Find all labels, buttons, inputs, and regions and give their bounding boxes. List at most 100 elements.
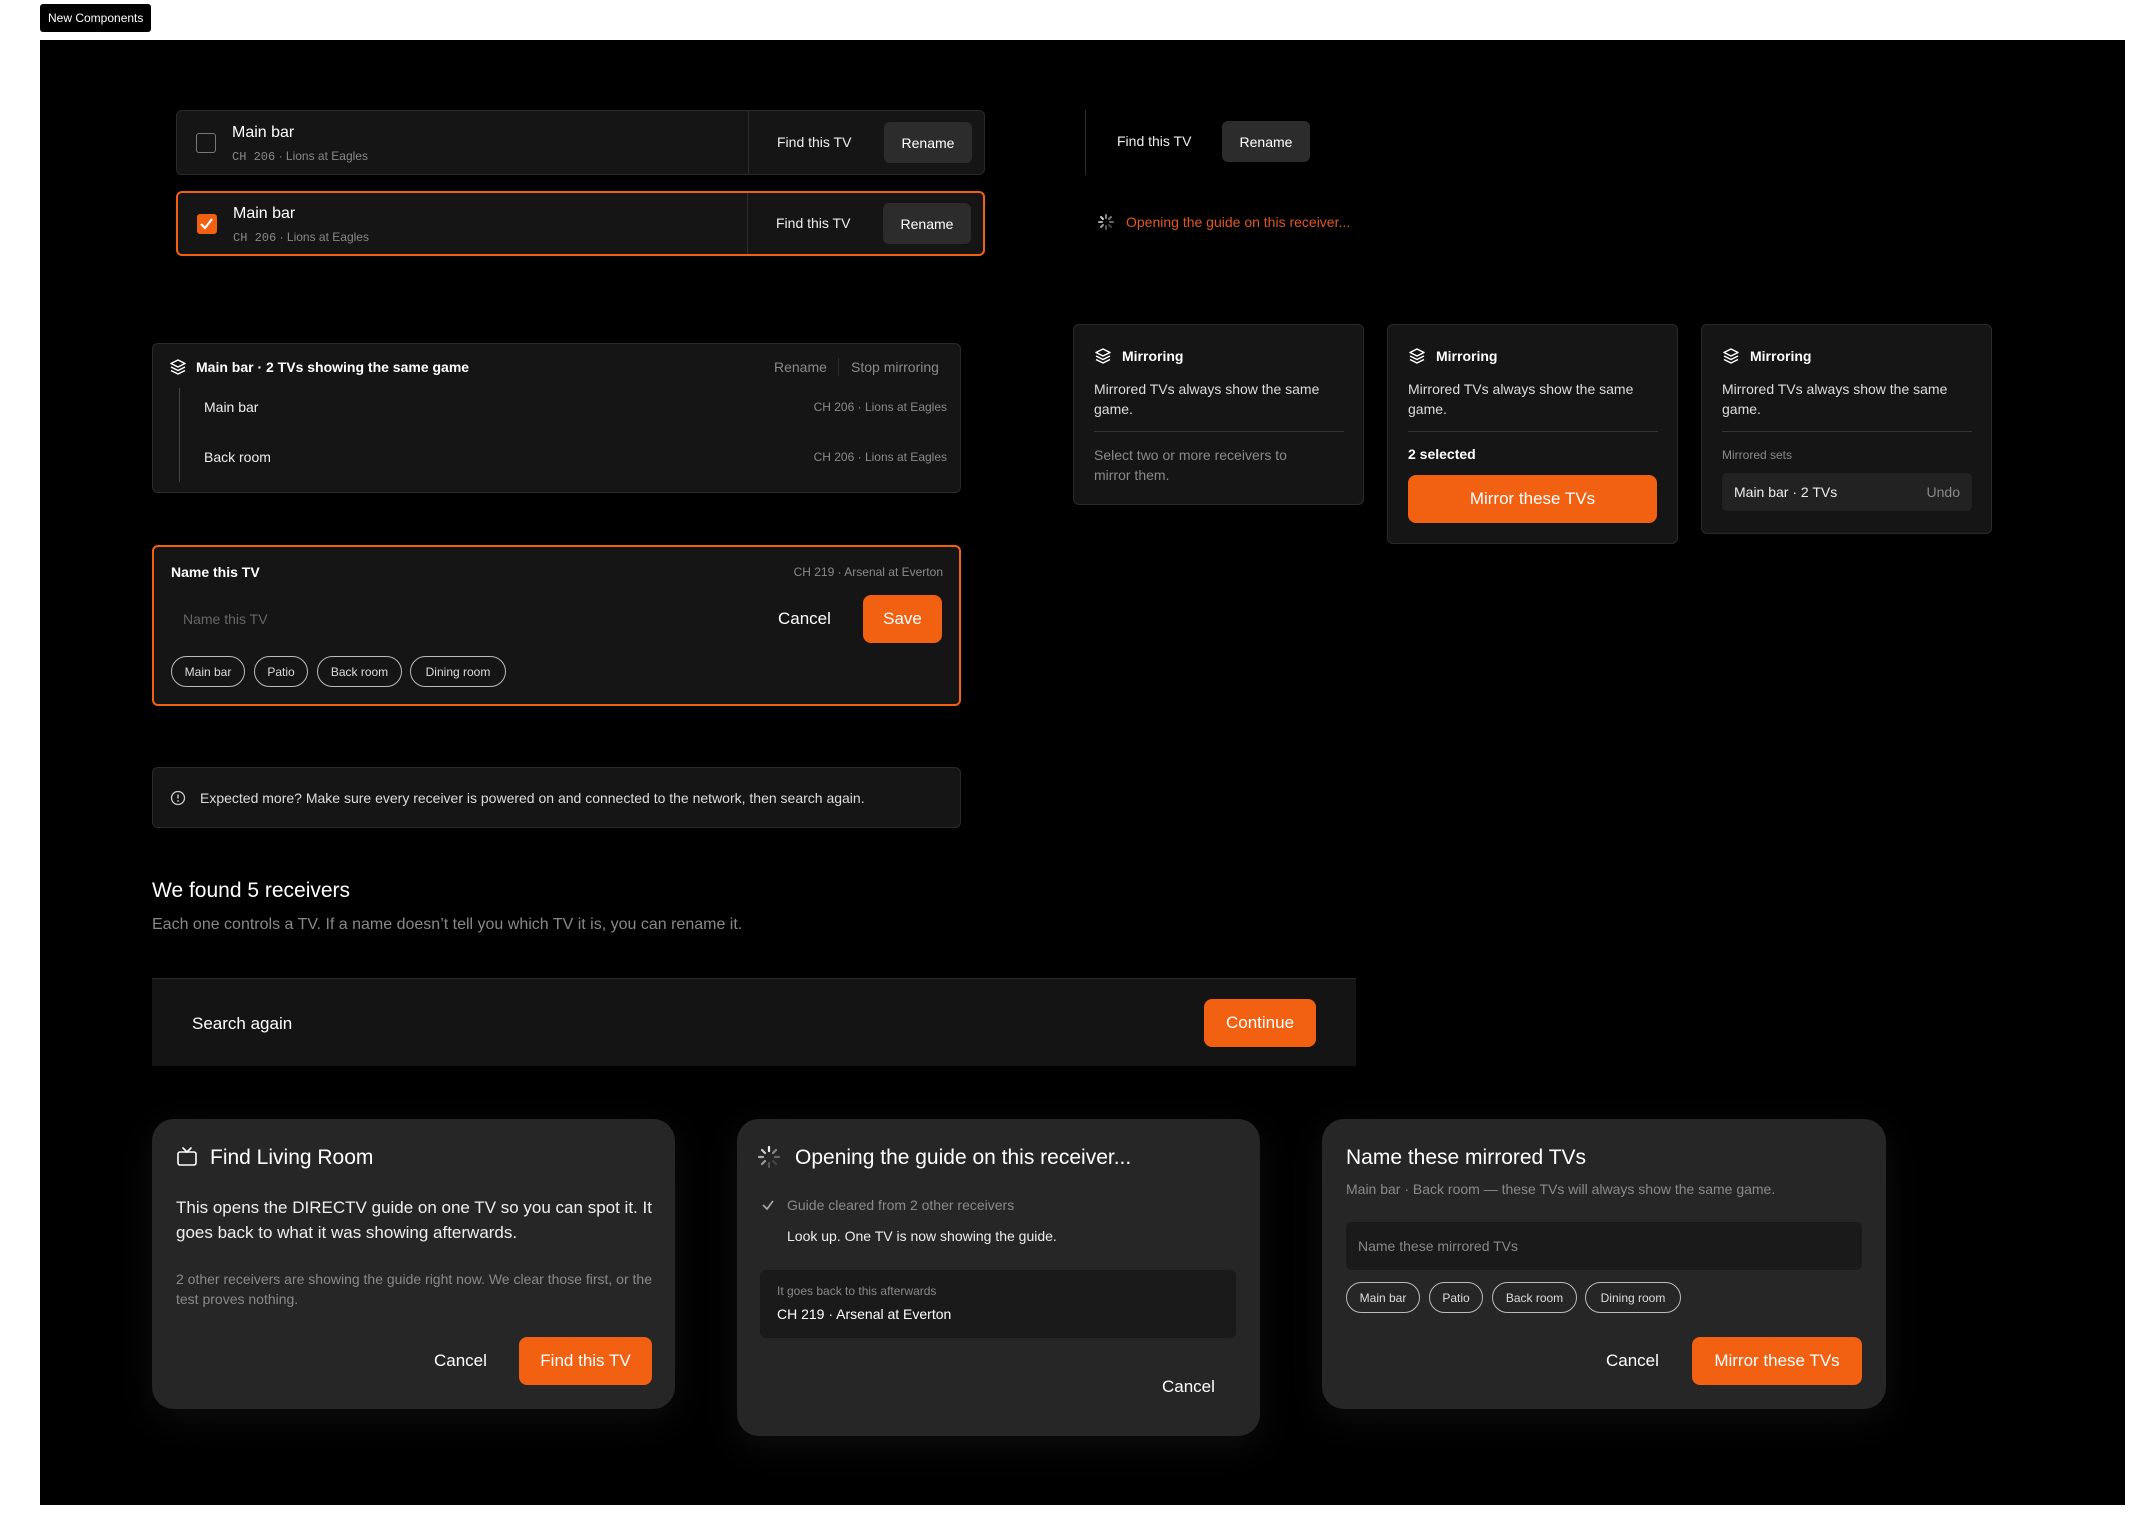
mirror-tvs-button[interactable]: Mirror these TVs	[1692, 1337, 1862, 1385]
divider	[1094, 431, 1344, 432]
save-button[interactable]: Save	[863, 595, 942, 643]
modal-subtitle: Main bar · Back room — these TVs will al…	[1346, 1181, 1776, 1197]
check-icon	[762, 1200, 774, 1211]
suggestion-chip[interactable]: Back room	[317, 656, 402, 687]
return-label: It goes back to this afterwards	[777, 1284, 937, 1298]
name-editor-card: Name this TV CH 219 · Arsenal at Everton…	[152, 545, 961, 706]
receiver-row[interactable]: Main bar CH 206 · Lions at Eagles Find t…	[176, 110, 985, 175]
find-tv-button[interactable]: Find this TV	[519, 1337, 652, 1385]
stop-mirroring-link[interactable]: Stop mirroring	[851, 359, 939, 375]
page-title: We found 5 receivers	[152, 879, 351, 902]
divider	[748, 111, 749, 174]
suggestion-chip[interactable]: Dining room	[1585, 1282, 1681, 1313]
step-current: Look up. One TV is now showing the guide…	[787, 1228, 1057, 1244]
sets-label: Mirrored sets	[1722, 448, 1793, 462]
footer-bar: Search again Continue	[152, 978, 1356, 1066]
name-input[interactable]: Name this TV	[183, 611, 268, 627]
checkbox[interactable]	[196, 133, 216, 153]
modal-title: Name these mirrored TVs	[1346, 1146, 1587, 1169]
rename-button[interactable]: Rename	[883, 203, 971, 244]
set-name: Main bar · 2 TVs	[1734, 484, 1838, 500]
find-tv-button[interactable]: Find this TV	[1117, 133, 1191, 149]
info-icon	[170, 790, 186, 806]
group-member-name: Back room	[204, 449, 271, 465]
rename-link[interactable]: Rename	[774, 359, 827, 375]
layers-icon	[1409, 348, 1425, 364]
suggestion-chip[interactable]: Dining room	[410, 656, 506, 687]
program-name: Lions at Eagles	[286, 230, 369, 244]
cancel-button[interactable]: Cancel	[778, 609, 831, 629]
suggestion-chip[interactable]: Patio	[254, 656, 308, 687]
layers-icon	[170, 359, 186, 375]
notice-banner: Expected more? Make sure every receiver …	[152, 767, 961, 828]
group-member-info: CH 206 · Lions at Eagles	[813, 450, 947, 464]
modal-title: Opening the guide on this receiver...	[795, 1146, 1132, 1169]
find-tv-modal: Find Living Room This opens the DIRECTV …	[152, 1119, 675, 1409]
mirror-group-card: Main bar · 2 TVs showing the same game R…	[152, 343, 961, 493]
divider	[1408, 431, 1658, 432]
checkmark-icon	[200, 218, 213, 230]
rename-button[interactable]: Rename	[884, 122, 972, 163]
page-subtitle: Each one controls a TV. If a name doesn’…	[152, 916, 743, 933]
cancel-button[interactable]: Cancel	[434, 1351, 487, 1371]
opening-guide-modal: Opening the guide on this receiver... Gu…	[737, 1119, 1260, 1436]
separator-dot: ·	[278, 149, 286, 163]
layers-icon	[1723, 348, 1739, 364]
group-tree-line	[179, 388, 180, 482]
program-name: Lions at Eagles	[285, 149, 368, 163]
cancel-button[interactable]: Cancel	[1606, 1351, 1659, 1371]
receiver-row-selected[interactable]: Main bar CH 206 · Lions at Eagles Find t…	[176, 191, 985, 256]
divider	[747, 193, 748, 254]
card-title: Mirroring	[1750, 348, 1812, 364]
frame-label: New Components	[40, 4, 152, 32]
loading-status: Opening the guide on this receiver...	[1126, 214, 1351, 230]
mirrored-set-item: Main bar · 2 TVs Undo	[1722, 473, 1972, 511]
find-tv-button[interactable]: Find this TV	[777, 134, 851, 150]
suggestion-chip[interactable]: Patio	[1429, 1282, 1483, 1313]
mirroring-card-empty: Mirroring Mirrored TVs always show the s…	[1073, 324, 1364, 505]
undo-link[interactable]: Undo	[1927, 484, 1960, 500]
mirroring-card-selected: Mirroring Mirrored TVs always show the s…	[1387, 324, 1678, 544]
editor-info: CH 219 · Arsenal at Everton	[793, 565, 943, 579]
card-title: Mirroring	[1436, 348, 1498, 364]
layers-icon	[1095, 348, 1111, 364]
separator-dot: ·	[279, 230, 287, 244]
group-member-name: Main bar	[204, 399, 259, 415]
continue-button[interactable]: Continue	[1204, 999, 1316, 1047]
name-mirrored-modal: Name these mirrored TVs Main bar · Back …	[1322, 1119, 1886, 1409]
receiver-name: Main bar	[232, 124, 295, 141]
suggestion-chip[interactable]: Back room	[1492, 1282, 1577, 1313]
mirror-tvs-button[interactable]: Mirror these TVs	[1408, 475, 1657, 523]
receiver-info: CH 206 · Lions at Eagles	[232, 149, 368, 164]
find-tv-button[interactable]: Find this TV	[776, 215, 850, 231]
card-description: Mirrored TVs always show the same game.	[1408, 381, 1634, 417]
cancel-button[interactable]: Cancel	[1162, 1377, 1215, 1397]
card-title: Mirroring	[1122, 348, 1184, 364]
group-title: Main bar · 2 TVs showing the same game	[196, 359, 470, 375]
step-done: Guide cleared from 2 other receivers	[787, 1197, 1015, 1213]
divider	[838, 358, 839, 376]
modal-title: Find Living Room	[210, 1146, 374, 1169]
channel-number: CH 206	[233, 231, 277, 245]
input-placeholder: Name these mirrored TVs	[1358, 1238, 1519, 1254]
mirroring-card-sets: Mirroring Mirrored TVs always show the s…	[1701, 324, 1992, 534]
rename-button[interactable]: Rename	[1222, 121, 1310, 162]
notice-text: Expected more? Make sure every receiver …	[200, 790, 865, 806]
editor-title: Name this TV	[171, 564, 260, 580]
channel-number: CH 206	[232, 150, 276, 164]
divider	[1085, 110, 1086, 175]
suggestion-chip[interactable]: Main bar	[171, 656, 245, 687]
search-again-button[interactable]: Search again	[192, 1014, 292, 1034]
group-member-info: CH 206 · Lions at Eagles	[813, 400, 947, 414]
return-value: CH 219 · Arsenal at Everton	[777, 1306, 952, 1322]
suggestion-chip[interactable]: Main bar	[1346, 1282, 1420, 1313]
name-input[interactable]: Name these mirrored TVs	[1346, 1222, 1862, 1270]
spinner-icon	[1098, 214, 1114, 230]
empty-hint: Select two or more receivers to mirror t…	[1094, 447, 1287, 483]
tv-icon	[177, 1147, 197, 1166]
card-description: Mirrored TVs always show the same game.	[1722, 381, 1948, 417]
return-info-box: It goes back to this afterwards CH 219 ·…	[760, 1270, 1236, 1338]
modal-body: This opens the DIRECTV guide on one TV s…	[176, 1198, 652, 1242]
checkbox-checked[interactable]	[197, 214, 217, 234]
modal-note: 2 other receivers are showing the guide …	[176, 1271, 652, 1307]
